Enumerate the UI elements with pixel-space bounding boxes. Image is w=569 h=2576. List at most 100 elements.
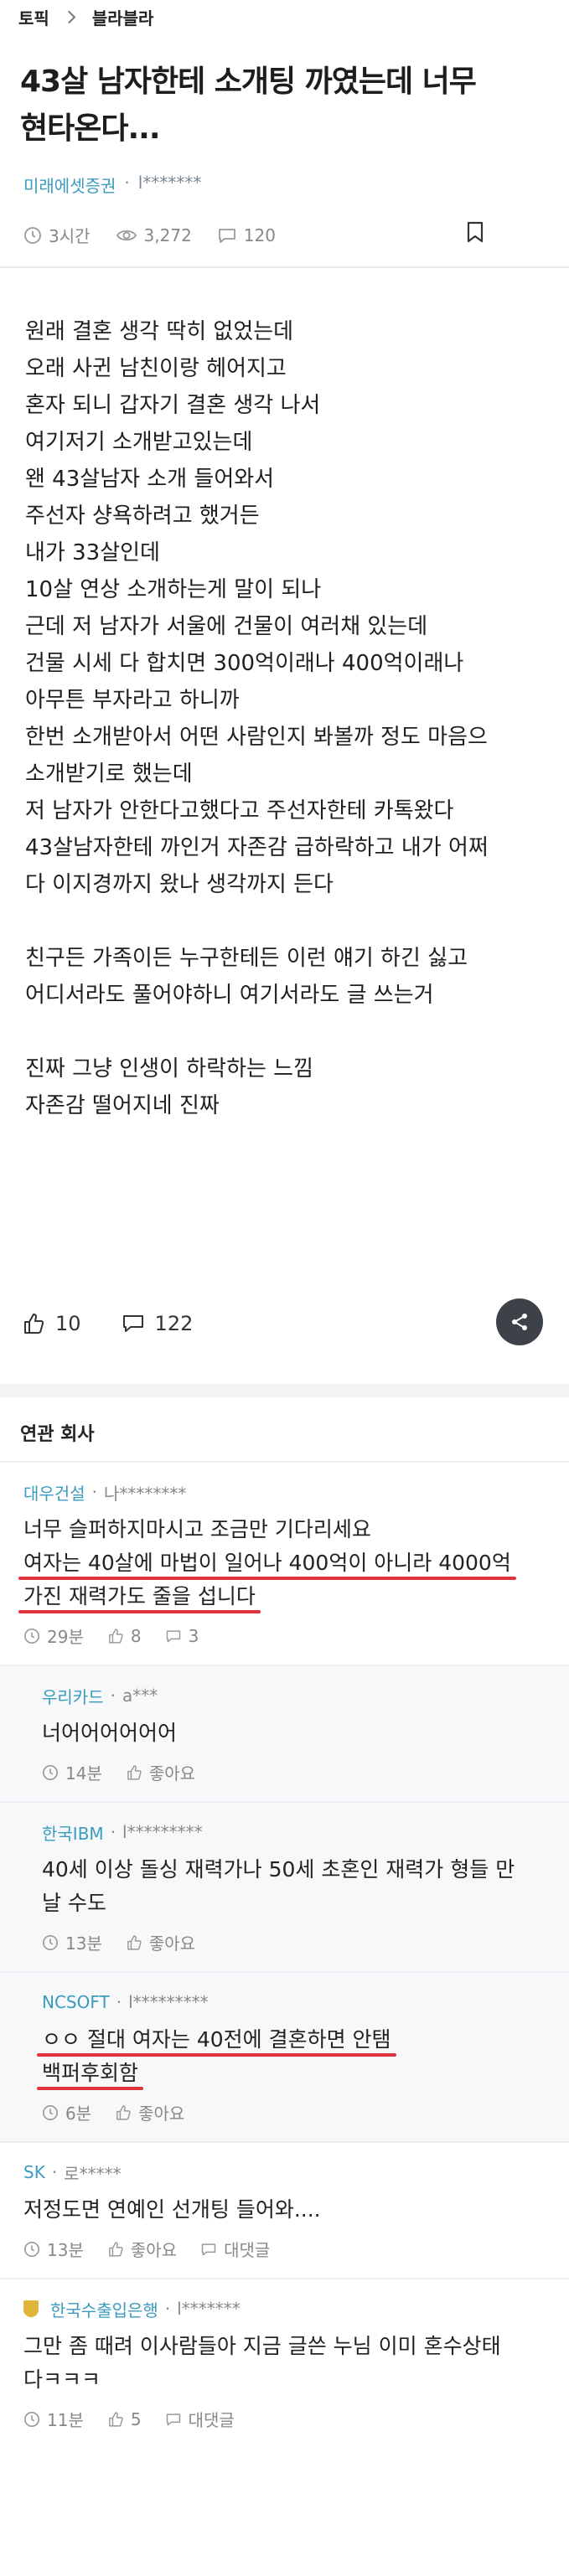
comment: 한국수출입은행 · l******* 그만 좀 때려 이사람들아 지금 글쓴 누님 이… <box>0 2278 569 2448</box>
bookmark-icon <box>467 221 484 243</box>
comment-nickname: 로***** <box>64 2163 122 2184</box>
body-line: 한번 소개받아서 어떤 사람인지 봐볼까 정도 마음으 <box>25 725 488 750</box>
comment-time-value: 11분 <box>47 2410 84 2430</box>
author-separator: · <box>110 1822 116 1842</box>
clock-icon <box>24 2241 39 2257</box>
body-line: 소개받기로 했는데 <box>25 761 193 787</box>
comment-company[interactable]: 우리카드 <box>42 1684 104 1708</box>
author-nickname: l******* <box>137 173 202 193</box>
author-separator: · <box>124 173 130 193</box>
body-line: 혼자 되니 갑자기 결혼 생각 나서 <box>25 393 321 418</box>
breadcrumb-topic[interactable]: 토픽 <box>18 5 49 29</box>
post-title: 43살 남자한테 소개팅 까였는데 너무 현타온다... <box>20 59 548 152</box>
comment-company[interactable]: 한국수출입은행 <box>50 2297 158 2321</box>
comment-time: 11분 <box>23 2407 84 2431</box>
comment-list: 대우건설 · 나******** 너무 슬퍼하지마시고 조금만 기다리세요 여자는 40… <box>0 1461 569 2448</box>
reply-comment: 우리카드 · a*** 너어어어어어어 14분 좋아요 <box>0 1665 569 1801</box>
comment: 대우건설 · 나******** 너무 슬퍼하지마시고 조금만 기다리세요 여자는 40… <box>0 1461 569 1665</box>
body-line: 원래 결혼 생각 딱히 없었는데 <box>25 319 294 344</box>
bookmark-button[interactable] <box>466 221 484 246</box>
thumbs-up-icon <box>127 1934 142 1950</box>
comment-nickname: l********* <box>128 1992 209 2012</box>
comment-reply-button[interactable]: 3 <box>165 1626 199 1646</box>
comment-reply-button[interactable]: 대댓글 <box>165 2407 235 2431</box>
body-blank-line <box>25 903 553 940</box>
comment-like-value: 좋아요 <box>148 1933 196 1954</box>
clock-icon <box>43 2104 58 2120</box>
comment-text: 40세 이상 돌싱 재력가나 50세 초혼인 재력가 형들 만날 수도 <box>42 1853 569 1920</box>
body-line: 다 이지경까지 왔나 생각까지 든다 <box>25 872 334 897</box>
comment-meta: 29분 8 3 <box>23 1624 569 1665</box>
body-line: 10살 연상 소개하는게 말이 되나 <box>25 577 322 602</box>
comment-reply-button[interactable]: 대댓글 <box>200 2237 270 2261</box>
share-button[interactable] <box>496 1298 543 1345</box>
chevron-right-icon <box>62 10 76 24</box>
body-line: 주선자 샹욕하려고 했거든 <box>25 503 260 529</box>
post-title-line: 현타온다... <box>20 111 161 146</box>
body-line: 왠 43살남자 소개 들어와서 <box>25 467 275 492</box>
comment-like-button[interactable]: 좋아요 <box>107 2237 177 2261</box>
comment-author: 한국수출입은행 · l******* <box>23 2296 569 2321</box>
body-line: 자존감 떨어지네 진짜 <box>25 1093 220 1118</box>
comment-time: 13분 <box>23 2237 84 2261</box>
comment-like-button[interactable]: 좋아요 <box>126 1760 195 1784</box>
comment-like-button[interactable]: 좋아요 <box>115 2100 184 2124</box>
views-stat: 3,272 <box>116 225 192 245</box>
comment-line: 저정도면 연예인 선개팅 들어와.... <box>23 2197 321 2222</box>
share-icon <box>512 1314 527 1330</box>
comment-author: 우리카드 · a*** <box>42 1683 569 1708</box>
comment-like-value: 좋아요 <box>130 2240 178 2260</box>
body-line: 43살남자한테 까인거 자존감 급하락하고 내가 어쩌 <box>25 835 489 860</box>
author-company[interactable]: 미래에셋증권 <box>23 173 116 197</box>
body-line: 친구든 가족이든 누구한테든 이런 얘기 하긴 싫고 <box>25 946 468 971</box>
body-line: 근데 저 남자가 서울에 건물이 여러채 있는데 <box>25 614 428 639</box>
comment-time: 14분 <box>42 1760 102 1784</box>
body-line: 내가 33살인데 <box>25 540 160 565</box>
comment-button[interactable]: 122 <box>122 1312 193 1335</box>
clock-icon <box>24 1628 39 1644</box>
comment-line: 날 수도 <box>42 1891 106 1915</box>
speech-bubble-icon <box>201 2243 216 2255</box>
comment-time-value: 13분 <box>65 1933 102 1954</box>
breadcrumb-board[interactable]: 블라블라 <box>92 5 154 29</box>
like-button[interactable]: 10 <box>22 1312 81 1335</box>
comment-company[interactable]: 대우건설 <box>23 1480 85 1505</box>
clock-icon <box>43 1764 58 1780</box>
comment-text: ㅇㅇ 절대 여자는 40전에 결혼하면 안탬 백퍼후회함 <box>42 2023 569 2090</box>
comment-line: 그만 좀 때려 이사람들아 지금 글쓴 누님 이미 혼수상태 <box>23 2334 501 2358</box>
comment-company[interactable]: NCSOFT <box>42 1992 110 2012</box>
comment-time: 6분 <box>42 2100 91 2124</box>
comment-time: 13분 <box>42 1930 102 1954</box>
body-line: 아무튼 부자라고 하니까 <box>25 688 240 713</box>
thumbs-up-icon <box>109 1628 123 1644</box>
reply-comment: NCSOFT · l********* ㅇㅇ 절대 여자는 40전에 결혼하면 안탬 백… <box>0 1971 569 2141</box>
body-line: 어디서라도 풀어야하니 여기서라도 글 쓰는거 <box>25 983 434 1008</box>
comment-like-button[interactable]: 좋아요 <box>126 1930 195 1954</box>
comment-line: 백퍼후회함 <box>42 2061 139 2085</box>
comments-value: 120 <box>243 225 276 245</box>
comment-like-button[interactable]: 5 <box>107 2409 142 2429</box>
comment-line: 가진 재력가도 줄을 섭니다 <box>23 1584 256 1608</box>
body-line: 저 남자가 안한다고했다고 주선자한테 카톡왔다 <box>25 798 454 823</box>
red-underline-annotation <box>18 1610 261 1613</box>
comment-time-value: 13분 <box>47 2240 84 2260</box>
thumbs-up-icon <box>109 2241 123 2257</box>
comment-like-button[interactable]: 8 <box>107 1626 142 1646</box>
post-title-line: 43살 남자한테 소개팅 까였는데 너무 <box>20 65 477 99</box>
thumbs-up-icon <box>127 1764 142 1780</box>
comment-company[interactable]: 한국IBM <box>42 1820 104 1845</box>
body-blank-line <box>25 1014 553 1051</box>
comments-stat: 120 <box>217 225 276 245</box>
body-line: 오래 사귄 남친이랑 헤어지고 <box>25 356 287 381</box>
comment-line: 너무 슬퍼하지마시고 조금만 기다리세요 <box>23 1517 371 1541</box>
medal-badge-icon <box>23 2300 39 2317</box>
comment-author: SK · 로***** <box>23 2160 569 2185</box>
comment-line: 여자는 40살에 마법이 일어나 400억이 아니라 4000억 <box>23 1551 511 1575</box>
post-stats: 3시간 3,272 120 <box>23 223 301 247</box>
related-section-title: 연관 회사 <box>20 1424 95 1445</box>
comment-nickname: a*** <box>122 1685 158 1706</box>
comment-meta: 6분 좋아요 <box>42 2100 569 2141</box>
comment-company[interactable]: SK <box>23 2162 45 2182</box>
comment-time-value: 6분 <box>65 2104 92 2124</box>
post-body: 원래 결혼 생각 딱히 없었는데오래 사귄 남친이랑 헤어지고혼자 되니 갑자기… <box>25 313 553 1124</box>
